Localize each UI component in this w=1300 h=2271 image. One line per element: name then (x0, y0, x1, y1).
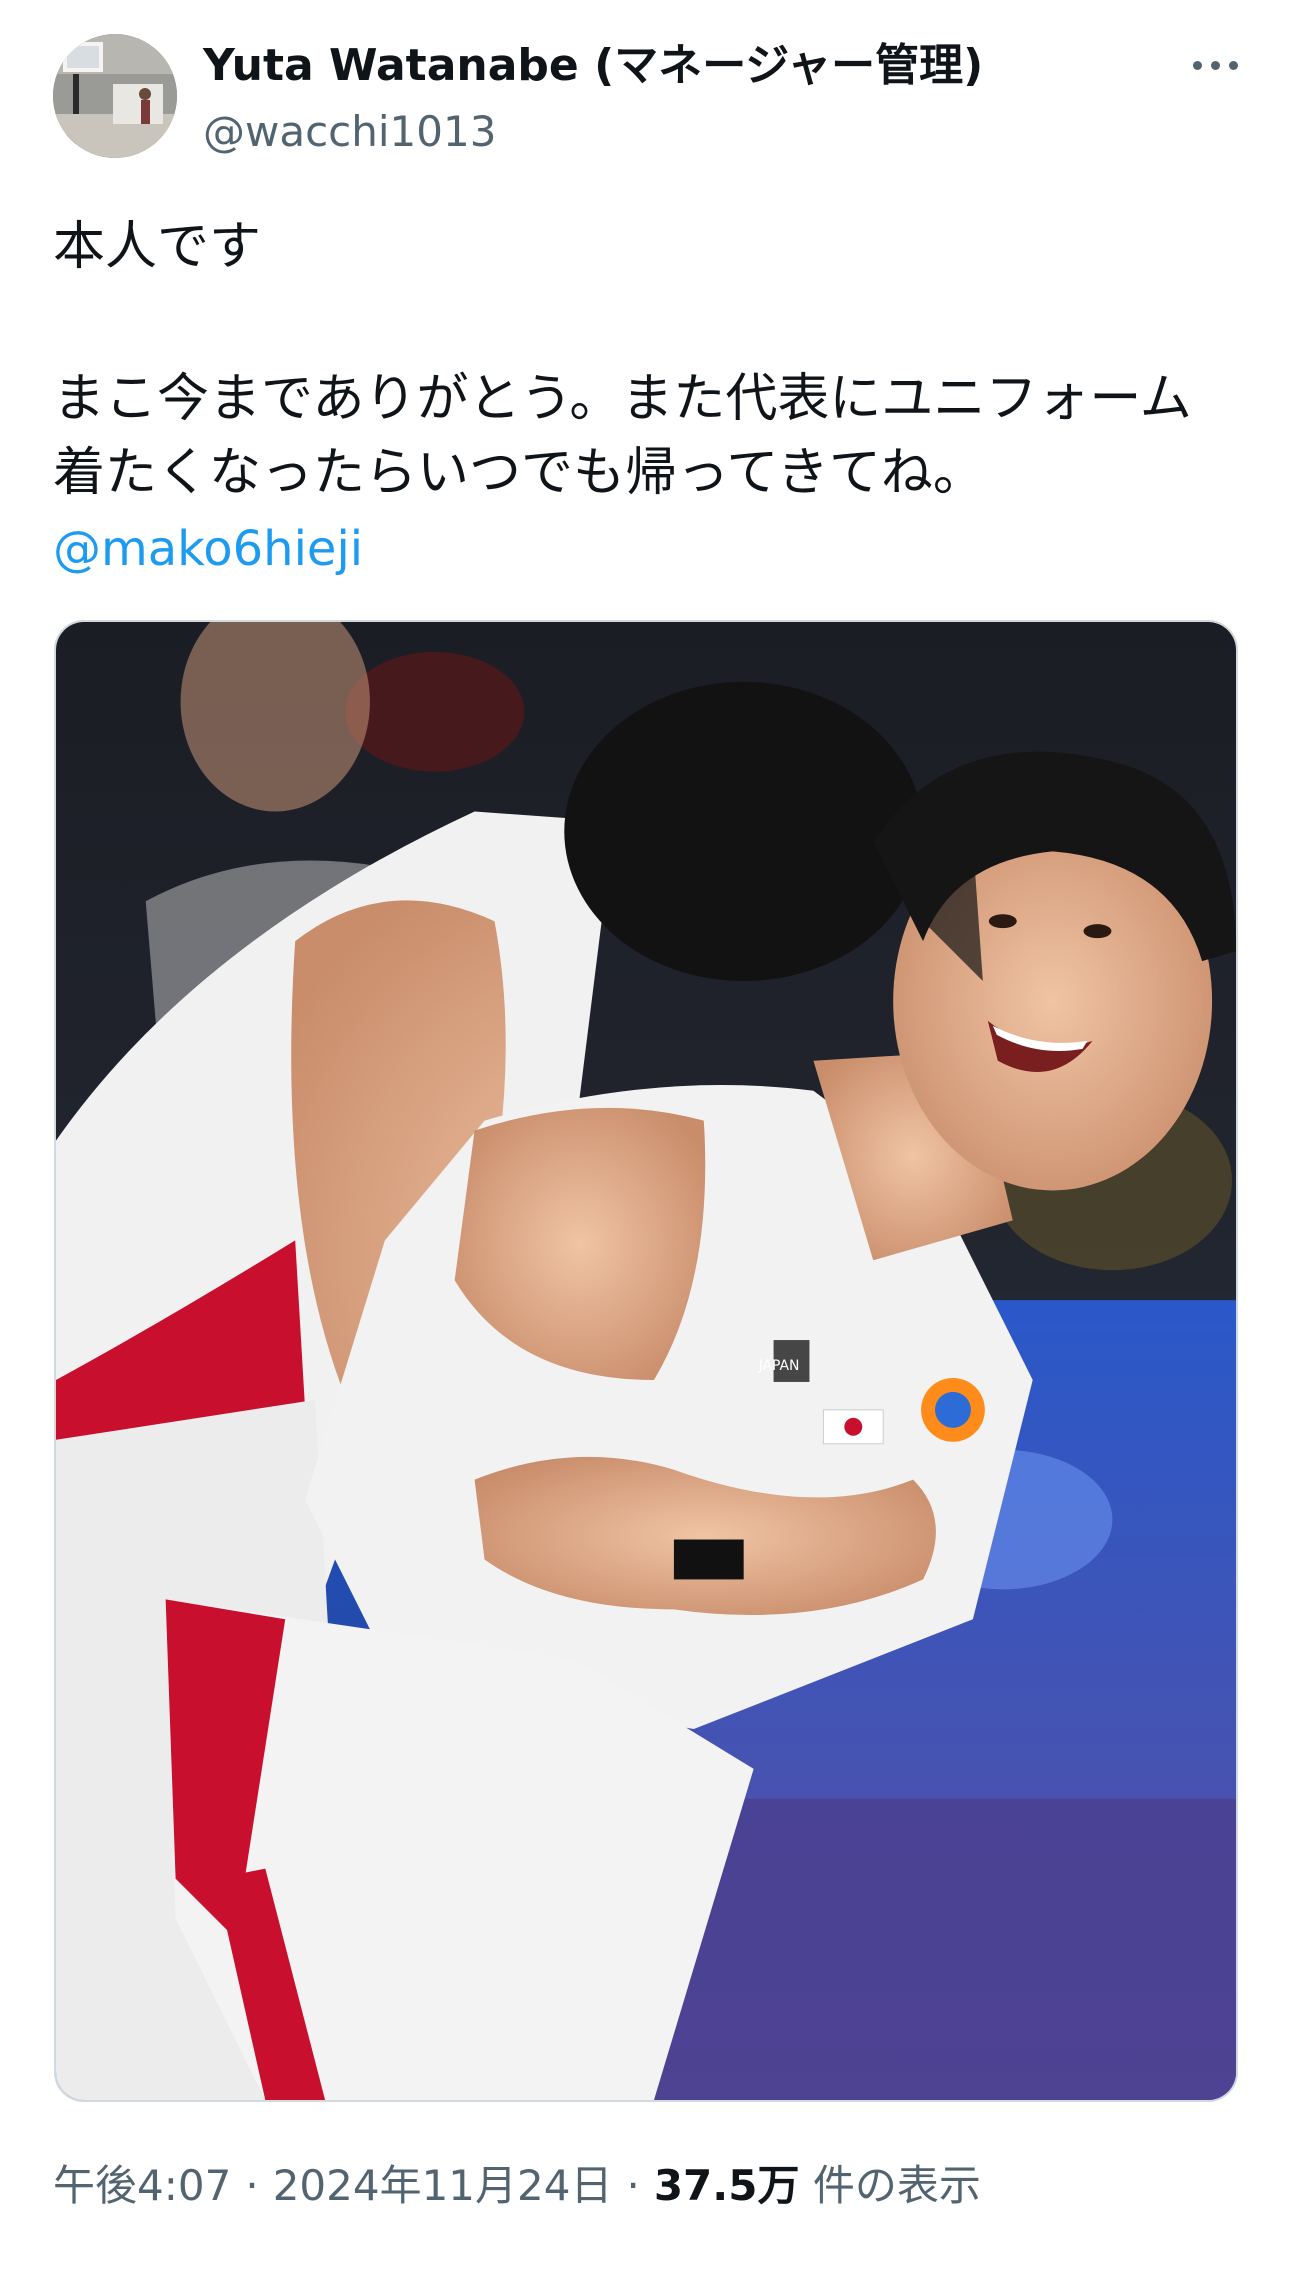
tweet-card: Yuta Watanabe (マネージャー管理) @wacchi1013 本人で… (0, 0, 1300, 2271)
tweet-text-line-2: まこ今までありがとう。また代表にユニフォーム (53, 369, 1192, 429)
separator-dot: · (245, 2161, 259, 2210)
mention-link[interactable]: @mako6hieji (53, 512, 363, 586)
tweet-text-line-1: 本人です (53, 217, 262, 277)
more-horizontal-icon-dot (1228, 60, 1238, 70)
avatar-photo-icon (53, 34, 177, 158)
tweet-text-line-3: 着たくなったらいつでも帰ってきてね。 (53, 443, 985, 503)
separator-dot-2: · (626, 2161, 640, 2210)
views-count: 37.5万 (653, 2161, 800, 2210)
author-handle[interactable]: @wacchi1013 (203, 104, 496, 160)
basketball-photo-image: JAPAN (56, 622, 1236, 2100)
more-horizontal-icon (1192, 60, 1202, 70)
author-avatar[interactable] (53, 34, 177, 158)
more-options-button[interactable] (1180, 40, 1250, 90)
tweet-photo[interactable]: JAPAN (54, 620, 1238, 2102)
more-horizontal-icon-dot (1210, 60, 1220, 70)
tweet-time[interactable]: 午後4:07 (53, 2161, 231, 2210)
jersey-text: JAPAN (758, 1358, 800, 1374)
author-name[interactable]: Yuta Watanabe (マネージャー管理) (203, 38, 983, 94)
tweet-date[interactable]: 2024年11月24日 (273, 2161, 613, 2210)
tweet-meta: 午後4:07 · 2024年11月24日 · 37.5万 件の表示 (53, 2158, 981, 2214)
views-label: 件の表示 (812, 2161, 981, 2210)
